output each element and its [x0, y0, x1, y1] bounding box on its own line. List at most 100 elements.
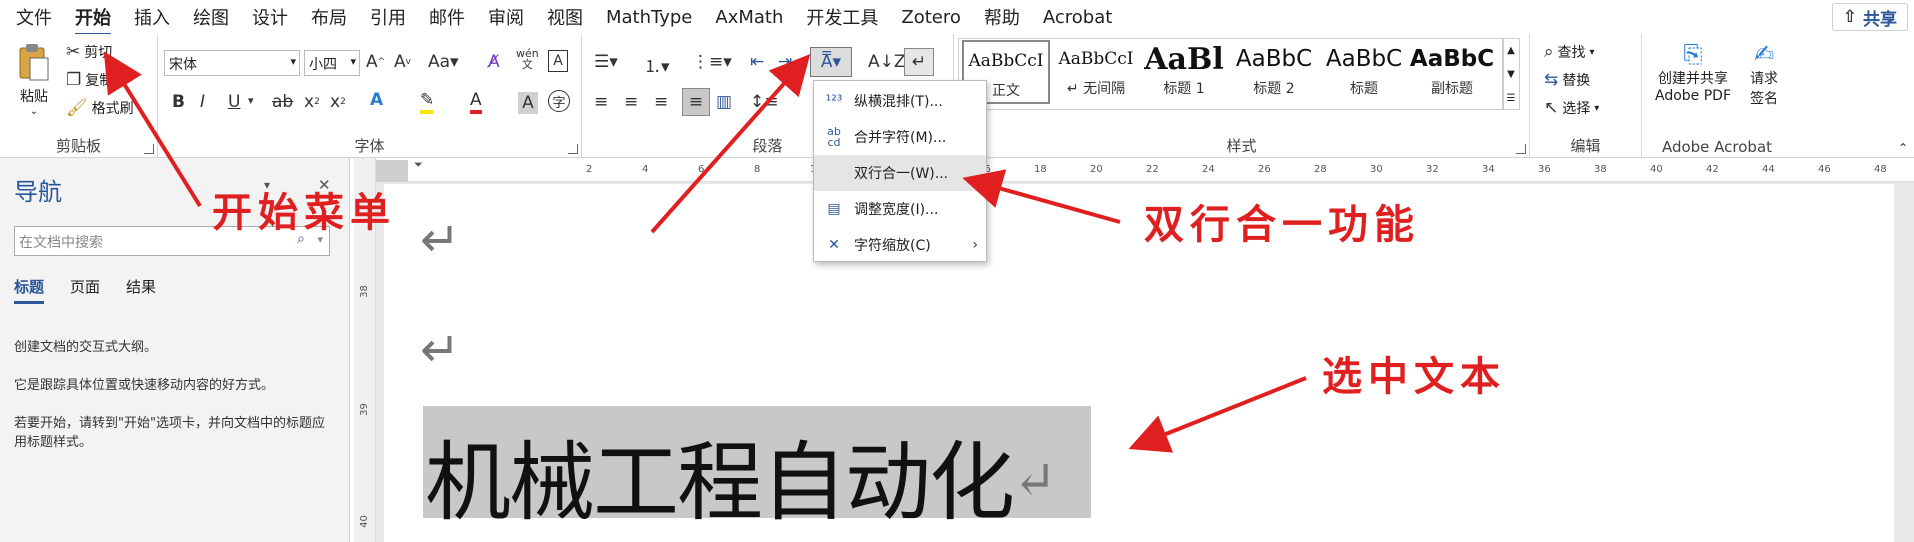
menu-item-two-lines-in-one[interactable]: 双行合一(W)... — [814, 155, 986, 191]
create-share-pdf-button[interactable]: ⎘ 创建并共享 Adobe PDF — [1648, 40, 1738, 104]
ruler-number: 28 — [1314, 164, 1327, 175]
style-heading2[interactable]: AaBbC 标题 2 — [1230, 40, 1318, 104]
menu-home[interactable]: 开始 — [75, 4, 111, 36]
request-signature-button[interactable]: ✍ 请求 签名 — [1742, 40, 1786, 108]
acrobat-group-label: Adobe Acrobat — [1661, 138, 1773, 156]
tab-pages[interactable]: 页面 — [70, 276, 100, 304]
styles-group: AaBbCcI 正文 AaBbCcI ↵ 无间隔 AaBl 标题 1 AaBbC… — [954, 34, 1530, 158]
cursor-icon: ↖ — [1544, 98, 1559, 118]
decrease-indent-icon[interactable]: ⇤ — [750, 52, 764, 72]
shrink-font-icon[interactable]: Av — [394, 52, 411, 72]
chevron-down-icon[interactable]: ▼ — [1503, 63, 1519, 87]
sort-icon[interactable]: A↓Z — [868, 52, 906, 72]
menu-insert[interactable]: 插入 — [134, 4, 170, 30]
increase-indent-icon[interactable]: ⇥ — [778, 52, 792, 72]
phonetic-guide-icon[interactable]: wén 文 — [516, 48, 539, 70]
align-center-icon[interactable]: ≡ — [624, 92, 638, 112]
menu-file[interactable]: 文件 — [16, 4, 52, 30]
bold-icon[interactable]: B — [172, 92, 185, 112]
find-button[interactable]: ⌕ 查找 ▾ — [1544, 42, 1595, 62]
subscript-icon[interactable]: x2 — [304, 92, 320, 112]
style-heading1[interactable]: AaBl 标题 1 — [1140, 40, 1228, 104]
font-color-icon[interactable]: A — [470, 90, 482, 114]
menu-item-vertical-in-horizontal[interactable]: ¹²³ 纵横混排(T)... — [814, 83, 986, 119]
menu-review[interactable]: 审阅 — [488, 4, 524, 30]
ruler-number: 44 — [1762, 164, 1775, 175]
menu-layout[interactable]: 布局 — [311, 4, 347, 30]
collapse-ribbon-icon[interactable]: ⌃ — [1898, 141, 1908, 155]
font-launcher-icon[interactable] — [568, 144, 578, 154]
menu-item-fit-text[interactable]: ▤ 调整宽度(I)... — [814, 191, 986, 227]
ruler-number: 20 — [1090, 164, 1103, 175]
menu-mailings[interactable]: 邮件 — [429, 4, 465, 30]
selected-text[interactable]: 机械工程自动化↵ — [425, 412, 1057, 537]
change-case-icon[interactable]: Aa▾ — [428, 52, 459, 72]
character-border-icon[interactable]: A — [548, 50, 568, 72]
underline-icon[interactable]: U — [228, 92, 240, 112]
horizontal-ruler[interactable]: ⏷ 24681012141618202224262830323436384042… — [376, 158, 1914, 182]
font-size-combo[interactable]: 小四 ▾ — [304, 50, 360, 76]
share-button[interactable]: ⇧ 共享 — [1831, 3, 1908, 31]
paste-dropdown-icon[interactable]: ⌄ — [12, 106, 56, 117]
clipboard-launcher-icon[interactable] — [144, 144, 154, 154]
clear-formatting-icon[interactable]: A̸ — [488, 52, 500, 72]
menu-view[interactable]: 视图 — [547, 4, 583, 30]
align-right-icon[interactable]: ≡ — [654, 92, 668, 112]
menu-help[interactable]: 帮助 — [984, 4, 1020, 30]
align-left-icon[interactable]: ≡ — [594, 92, 608, 112]
styles-scroll[interactable]: ▲ ▼ ☰ — [1502, 38, 1520, 110]
multilevel-list-icon[interactable]: ⋮≡▾ — [692, 52, 732, 72]
justify-icon[interactable]: ≡ — [682, 88, 710, 116]
style-preview: AaBbC — [1325, 46, 1403, 72]
tab-results[interactable]: 结果 — [126, 276, 156, 304]
format-painter-button[interactable]: 🖌 格式刷 — [66, 98, 134, 118]
copy-button[interactable]: ❐ 复制 — [66, 70, 113, 90]
replace-button[interactable]: ⇆ 替换 — [1544, 70, 1590, 90]
combine-characters-icon: ab cd — [827, 125, 841, 149]
font-name-combo[interactable]: 宋体 ▾ — [164, 50, 300, 76]
menu-developer[interactable]: 开发工具 — [806, 4, 878, 30]
chevron-down-icon[interactable]: ▾ — [248, 94, 254, 107]
menu-item-character-scaling[interactable]: ✕ 字符缩放(C) › — [814, 227, 986, 263]
strikethrough-icon[interactable]: ab — [272, 92, 293, 112]
indent-marker-icon[interactable]: ⏷ — [414, 158, 423, 172]
enclose-characters-icon[interactable]: 字 — [548, 90, 570, 112]
chinese-layout-button[interactable]: A̿▾ — [810, 47, 852, 77]
menu-zotero[interactable]: Zotero — [901, 7, 961, 28]
italic-icon[interactable]: I — [200, 92, 205, 112]
ruler-number: 22 — [1146, 164, 1159, 175]
ruler-number: 6 — [698, 164, 705, 175]
menu-axmath[interactable]: AxMath — [715, 7, 783, 28]
highlight-icon[interactable]: ✎ — [420, 90, 435, 114]
paste-button[interactable]: 粘贴 ⌄ — [12, 42, 56, 117]
grow-font-icon[interactable]: A ^ — [366, 52, 385, 72]
chevron-up-icon[interactable]: ▲ — [1503, 39, 1519, 63]
menu-item-combine-characters[interactable]: ab cd 合并字符(M)... — [814, 119, 986, 155]
character-shading-icon[interactable]: A — [518, 92, 538, 114]
show-marks-icon[interactable]: ↵ — [904, 48, 934, 76]
text-effects-icon[interactable]: A — [370, 90, 383, 110]
menu-acrobat[interactable]: Acrobat — [1043, 7, 1112, 28]
style-no-spacing[interactable]: AaBbCcI ↵ 无间隔 — [1052, 40, 1140, 104]
menu-item-label: 字符缩放(C) — [854, 238, 931, 254]
numbering-icon[interactable]: ⒈▾ — [644, 52, 670, 77]
style-preview: AaBbC — [1235, 46, 1313, 72]
menu-draw[interactable]: 绘图 — [193, 4, 229, 30]
distributed-icon[interactable]: ▥ — [716, 92, 732, 112]
style-subtitle[interactable]: AaBbC 副标题 — [1408, 40, 1496, 104]
menu-mathtype[interactable]: MathType — [606, 7, 692, 28]
annotation-two-lines-in-one: 双行合一功能 — [1144, 202, 1420, 248]
superscript-icon[interactable]: x2 — [330, 92, 346, 112]
menu-design[interactable]: 设计 — [252, 4, 288, 30]
annotation-select-text: 选中文本 — [1322, 354, 1506, 400]
cut-button[interactable]: ✂ 剪切 — [66, 42, 112, 62]
ruler-number: 40 — [1650, 164, 1663, 175]
line-spacing-icon[interactable]: ↕≡ — [750, 92, 779, 112]
styles-launcher-icon[interactable] — [1516, 144, 1526, 154]
menu-references[interactable]: 引用 — [370, 4, 406, 30]
style-title[interactable]: AaBbC 标题 — [1320, 40, 1408, 104]
select-button[interactable]: ↖ 选择 ▾ — [1544, 98, 1599, 118]
bullets-icon[interactable]: ☰▾ — [594, 52, 618, 72]
more-styles-icon[interactable]: ☰ — [1503, 87, 1519, 111]
tab-headings[interactable]: 标题 — [14, 276, 45, 304]
